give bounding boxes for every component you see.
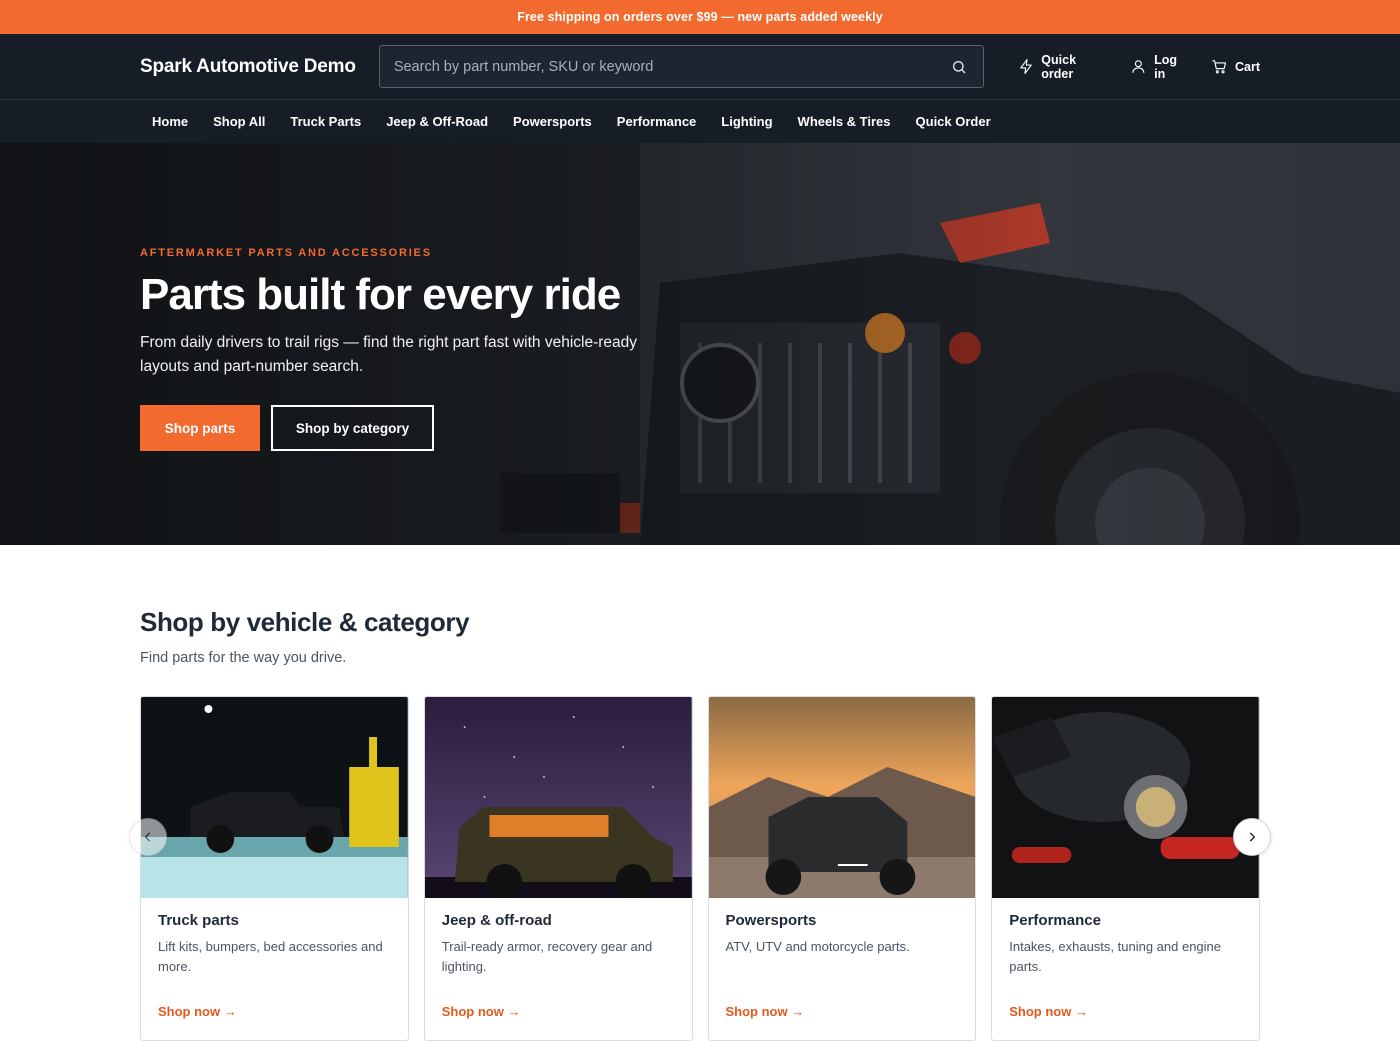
nav-item-home[interactable]: Home [140,114,201,129]
hero-content: AFTERMARKET PARTS AND ACCESSORIES Parts … [140,247,700,452]
nav-item-lighting[interactable]: Lighting [709,114,785,129]
shop-by-category-button[interactable]: Shop by category [271,405,434,452]
card-image [708,697,976,898]
card-image [992,697,1259,898]
category-card-truck-parts[interactable]: Truck parts Lift kits, bumpers, bed acce… [140,696,409,1041]
card-title: Jeep & off-road [441,912,552,929]
nav-item-truck-parts[interactable]: Truck Parts [278,114,374,129]
section-subtitle: Find parts for the way you drive. [140,650,347,666]
card-image [424,697,692,898]
section-title: Shop by vehicle & category [140,607,470,637]
card-description: Intakes, exhausts, tuning and engine par… [1009,939,1222,974]
chevron-right-icon [1249,832,1256,842]
chevron-left-icon [144,832,151,842]
hero-text: From daily drivers to trail rigs — find … [140,334,638,376]
carousel-next-button[interactable] [1233,818,1271,856]
nav-item-powersports[interactable]: Powersports [501,114,605,129]
cart-label: Cart [1235,59,1261,74]
login-label: Log in [1154,52,1178,81]
hero-buttons: Shop parts Shop by category [140,405,700,452]
user-icon [1132,60,1145,73]
card-title: Performance [1009,912,1101,929]
quick-order-link[interactable]: Quick order [1018,53,1111,81]
cart-icon [1212,60,1227,74]
announcement-bar: Free shipping on orders over $99 — new p… [0,0,1400,34]
category-card-performance[interactable]: Performance Intakes, exhausts, tuning an… [991,696,1260,1041]
quick-order-label: Quick order [1041,52,1077,81]
search-input[interactable] [393,58,949,75]
shop-now-link[interactable]: Shop now → [442,1004,521,1019]
card-description: ATV, UTV and motorcycle parts. [725,939,910,954]
nav-item-jeep-off-road[interactable]: Jeep & Off-Road [374,114,501,129]
search-bar [378,45,984,88]
login-link[interactable]: Log in [1130,53,1191,81]
hero-eyebrow: AFTERMARKET PARTS AND ACCESSORIES [140,247,432,259]
card-description: Lift kits, bumpers, bed accessories and … [158,939,383,974]
category-card-powersports[interactable]: Powersports ATV, UTV and motorcycle part… [707,696,977,1041]
hero-banner: AFTERMARKET PARTS AND ACCESSORIES Parts … [0,143,1400,545]
card-body: Powersports ATV, UTV and motorcycle part… [709,898,976,1040]
card-body: Performance Intakes, exhausts, tuning an… [992,898,1259,1040]
categories-section: Shop by vehicle & category Find parts fo… [0,545,1400,1041]
card-title: Powersports [725,912,817,929]
hero-title: Parts built for every ride [140,270,621,319]
shop-now-link[interactable]: Shop now → [1009,1004,1088,1019]
header-actions: Quick order Log in Cart [1018,53,1260,81]
shop-now-link[interactable]: Shop now → [726,1004,805,1019]
lightning-icon [1019,58,1032,75]
carousel-prev-button[interactable] [129,818,167,856]
nav-item-performance[interactable]: Performance [604,114,708,129]
category-card-jeep-off-road[interactable]: Jeep & off-road Trail-ready armor, recov… [423,696,693,1041]
card-body: Truck parts Lift kits, bumpers, bed acce… [141,898,408,1040]
site-logo[interactable]: Spark Automotive Demo [140,56,379,78]
shop-now-link[interactable]: Shop now → [158,1004,237,1019]
card-description: Trail-ready armor, recovery gear and lig… [441,939,653,974]
card-title: Truck parts [158,912,239,929]
main-nav: Home Shop All Truck Parts Jeep & Off-Roa… [0,100,1400,143]
category-carousel: Truck parts Lift kits, bumpers, bed acce… [129,696,1271,1041]
shop-parts-button[interactable]: Shop parts [140,405,260,452]
site-header: Spark Automotive Demo Quick order Log in… [0,34,1400,100]
cart-link[interactable]: Cart [1211,58,1260,75]
nav-item-shop-all[interactable]: Shop All [201,114,278,129]
card-image [141,697,408,898]
search-icon[interactable] [949,57,969,77]
nav-item-wheels-tires[interactable]: Wheels & Tires [785,114,903,129]
announcement-text: Free shipping on orders over $99 — new p… [517,10,883,24]
card-body: Jeep & off-road Trail-ready armor, recov… [425,898,692,1040]
nav-item-quick-order[interactable]: Quick Order [903,114,1003,129]
